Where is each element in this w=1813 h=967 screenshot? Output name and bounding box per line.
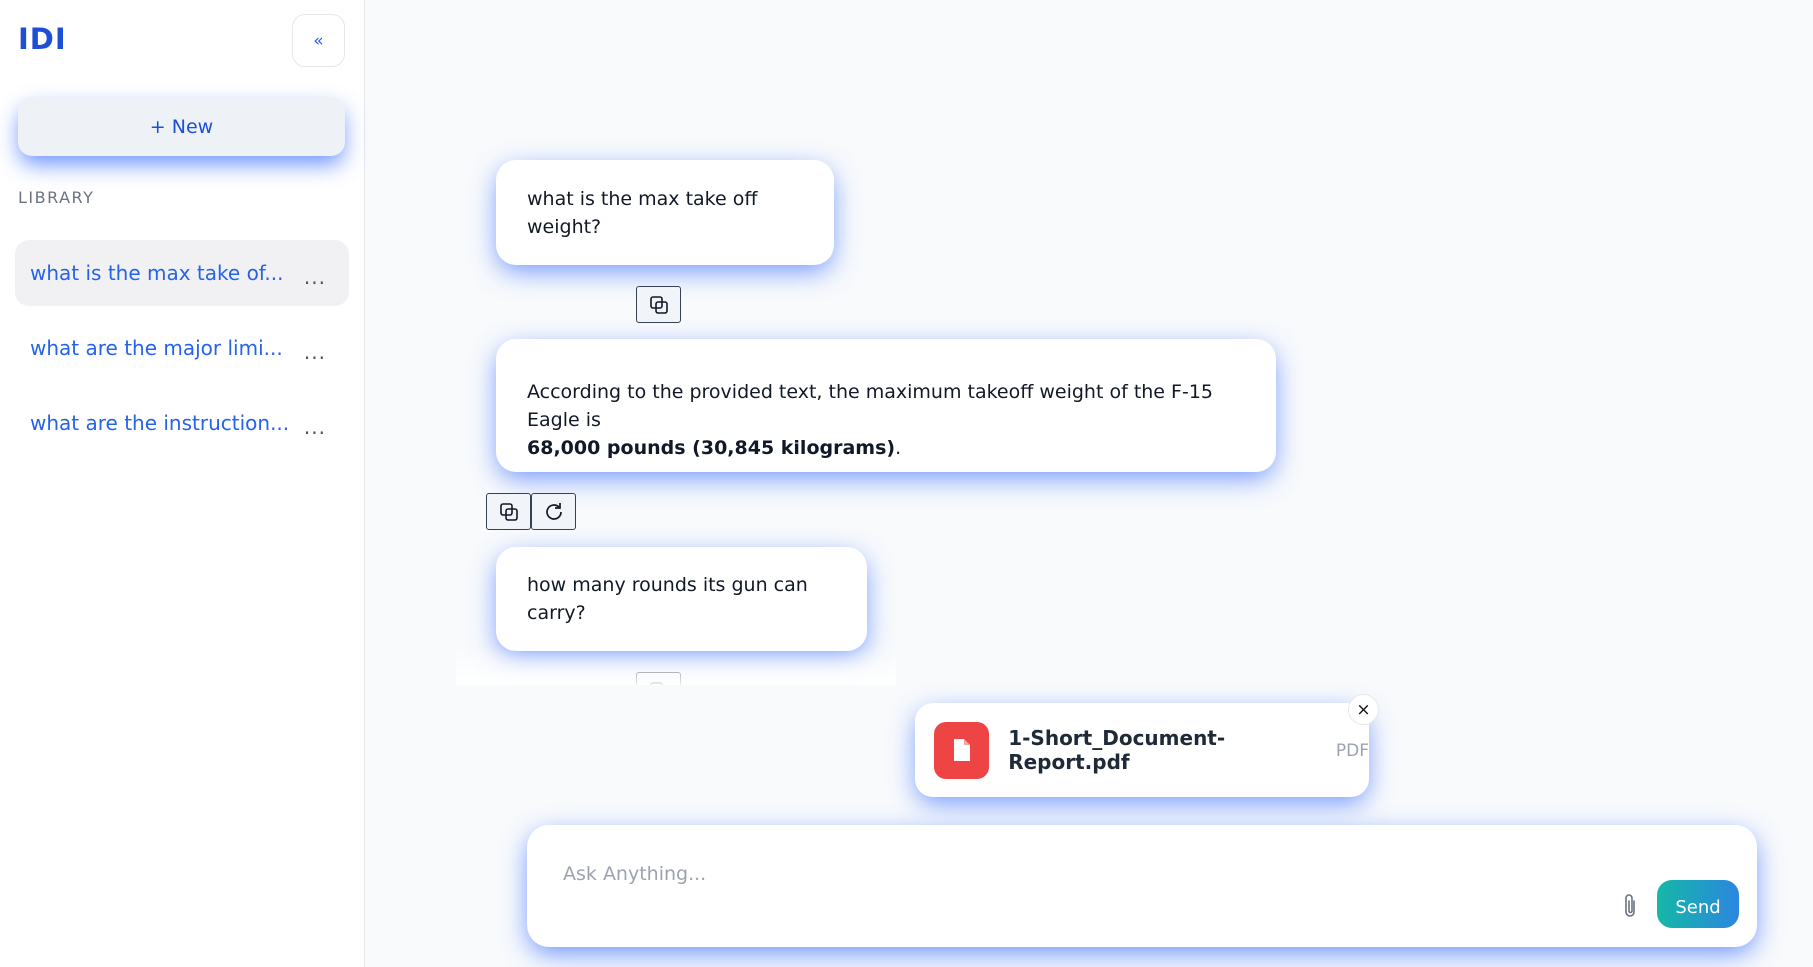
collapse-sidebar-button[interactable]: « bbox=[292, 14, 345, 67]
user-message-text: what is the max take off weight? bbox=[527, 187, 758, 238]
assistant-message-end: . bbox=[895, 437, 902, 459]
copy-icon bbox=[499, 502, 518, 521]
library-item[interactable]: what is the max take of... ... bbox=[15, 240, 349, 306]
user-message: how many rounds its gun can carry? bbox=[496, 547, 867, 651]
copy-button[interactable] bbox=[486, 493, 531, 530]
attachment-file-name: 1-Short_Document-Report.pdf bbox=[1008, 726, 1226, 774]
copy-button[interactable] bbox=[636, 286, 681, 323]
library-item-label: what are the major limi... bbox=[30, 336, 283, 360]
chat-main: what is the max take off weight? Accordi… bbox=[366, 0, 1813, 967]
close-icon: × bbox=[1356, 699, 1371, 720]
assistant-message-highlight: 68,000 pounds (30,845 kilograms) bbox=[527, 437, 896, 459]
regenerate-button[interactable] bbox=[531, 493, 576, 530]
chat-thread[interactable]: what is the max take off weight? Accordi… bbox=[456, 120, 1356, 685]
attachment-card: 1-Short_Document-Report.pdf PDF bbox=[915, 703, 1369, 797]
library-heading: LIBRARY bbox=[18, 188, 95, 207]
file-icon bbox=[934, 721, 990, 779]
library-item-label: what are the instruction... bbox=[30, 411, 290, 435]
more-options-button[interactable]: ... bbox=[304, 340, 334, 364]
library-item[interactable]: what are the instruction... ... bbox=[15, 390, 349, 456]
double-chevron-left-icon: « bbox=[313, 30, 324, 51]
user-message: what is the max take off weight? bbox=[496, 160, 834, 265]
new-chat-button[interactable]: + New bbox=[18, 97, 345, 156]
send-button[interactable]: Send bbox=[1657, 880, 1739, 928]
library-item-label: what is the max take of... bbox=[30, 261, 284, 285]
scroll-fade bbox=[456, 645, 896, 685]
assistant-message: According to the provided text, the maxi… bbox=[496, 339, 1276, 472]
attachment-file-type: PDF bbox=[1335, 741, 1369, 761]
attach-file-button[interactable] bbox=[1615, 889, 1645, 923]
paperclip-icon bbox=[1625, 894, 1635, 917]
user-message-text: how many rounds its gun can carry? bbox=[527, 574, 808, 624]
more-options-button[interactable]: ... bbox=[304, 265, 334, 289]
assistant-message-text: According to the provided text, the maxi… bbox=[527, 381, 1213, 431]
more-options-button[interactable]: ... bbox=[304, 415, 334, 439]
copy-icon bbox=[649, 295, 668, 314]
composer: Send bbox=[527, 825, 1757, 947]
app-logo: IDI bbox=[18, 22, 67, 56]
library-item[interactable]: what are the major limi... ... bbox=[15, 315, 349, 381]
remove-attachment-button[interactable]: × bbox=[1348, 694, 1379, 725]
sidebar: IDI « + New LIBRARY what is the max take… bbox=[0, 0, 365, 967]
refresh-icon bbox=[545, 502, 562, 520]
message-input[interactable] bbox=[563, 859, 1563, 889]
